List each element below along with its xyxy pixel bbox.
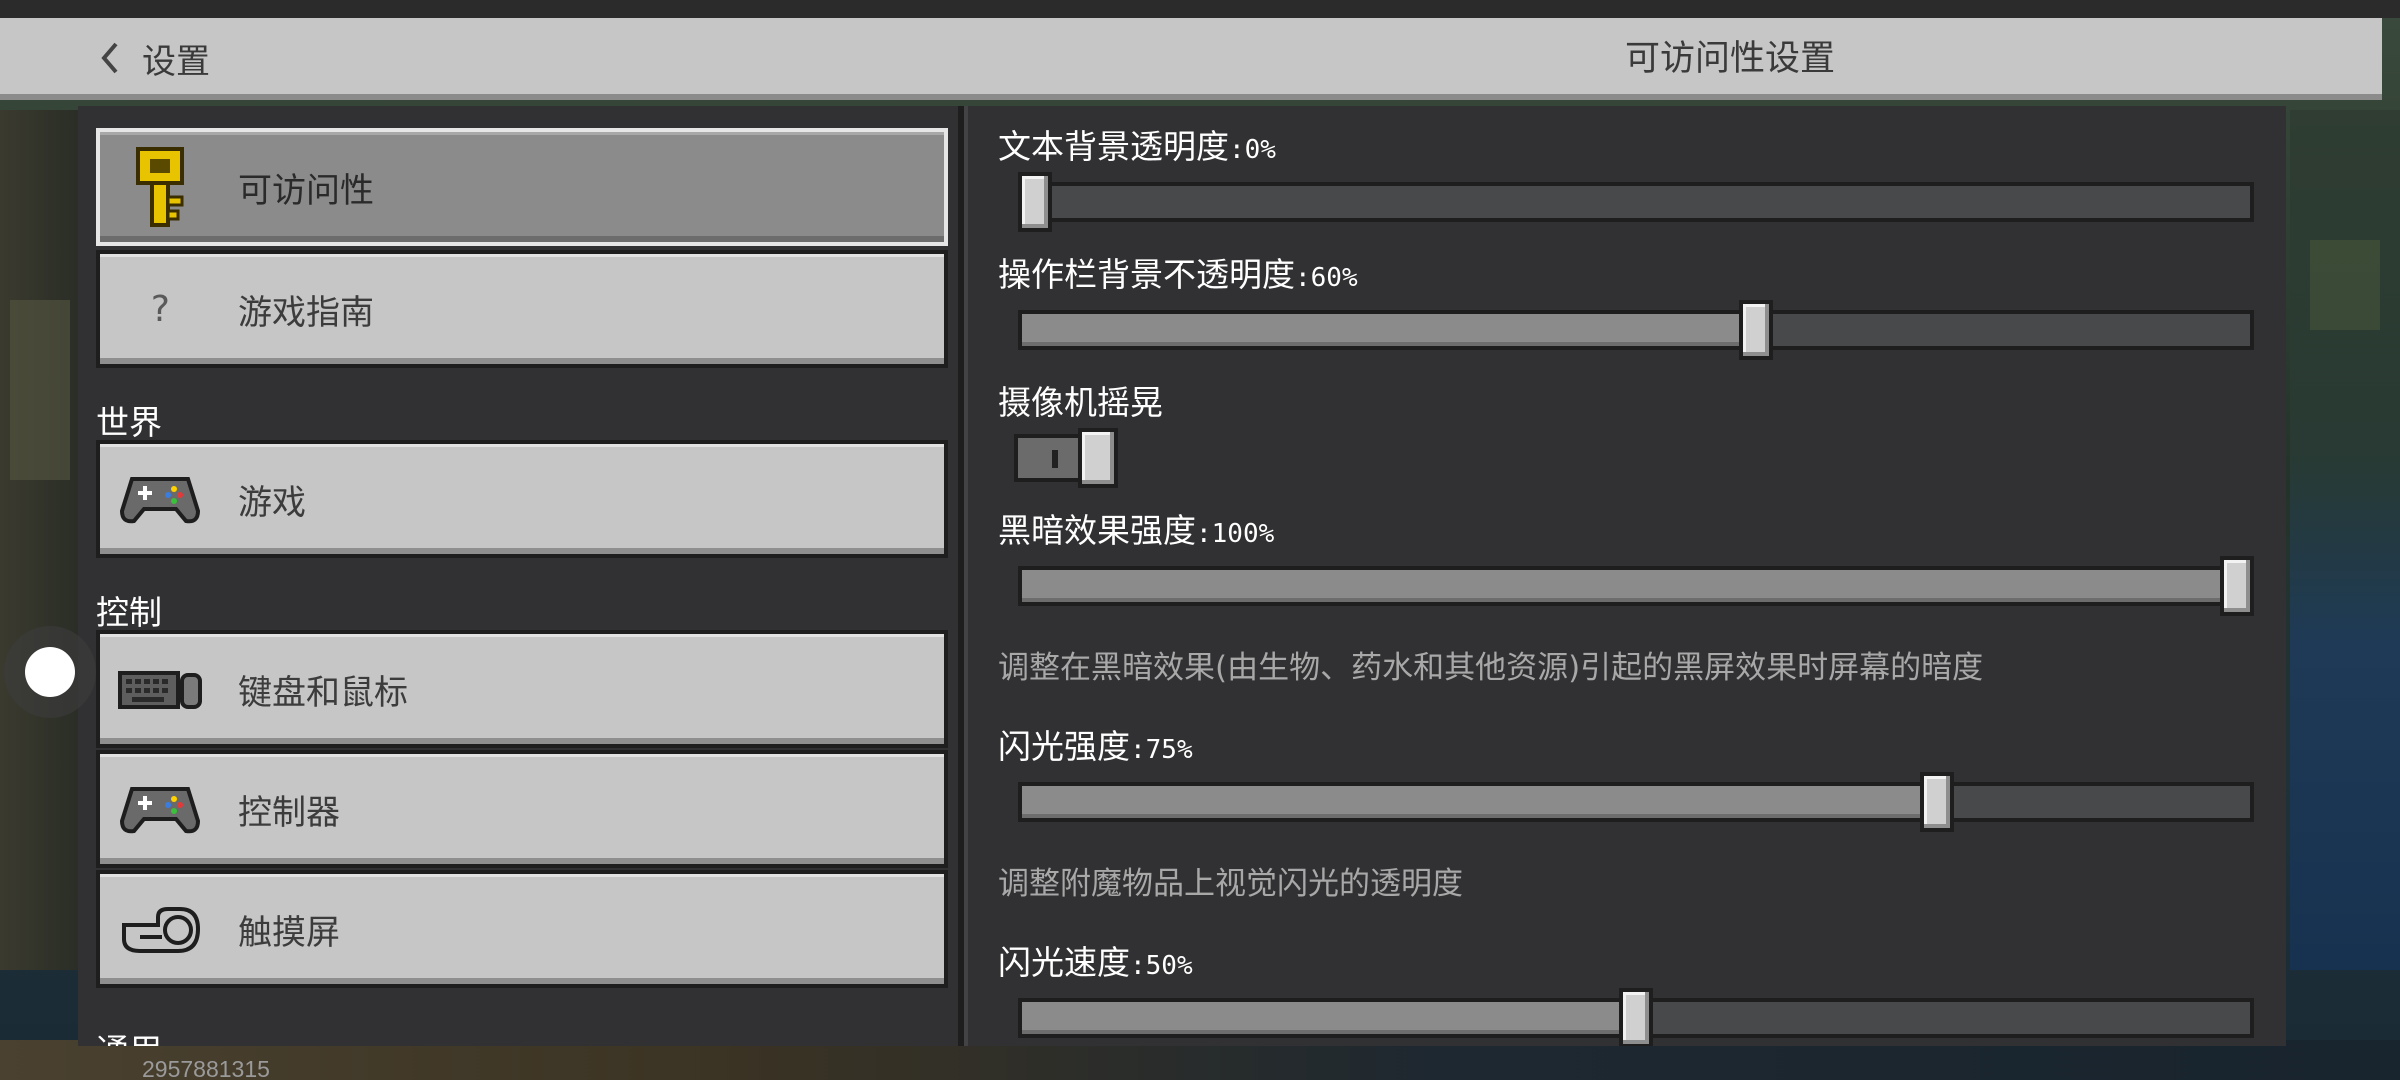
- world-block-left-detail: [10, 300, 70, 480]
- sidebar-item-game[interactable]: 游戏: [96, 440, 948, 558]
- camera-shake-toggle[interactable]: [1014, 428, 1118, 488]
- floating-assistive-button[interactable]: [4, 626, 96, 718]
- status-strip: [0, 0, 2400, 18]
- sidebar-item-label: 键盘和鼠标: [238, 672, 408, 713]
- world-block-left: [0, 110, 78, 970]
- slider-thumb[interactable]: [2220, 556, 2254, 616]
- slider-thumb[interactable]: [1920, 772, 1954, 832]
- slider-fill: [1022, 314, 1743, 346]
- back-button[interactable]: 设置: [96, 32, 210, 84]
- toggle-knob[interactable]: [1078, 428, 1118, 488]
- darkness-strength-slider[interactable]: [1018, 556, 2254, 616]
- section-title-world: 世界: [96, 403, 162, 442]
- gamepad-icon: [100, 444, 220, 554]
- slider-thumb[interactable]: [1018, 172, 1052, 232]
- question-icon: ?: [149, 288, 171, 330]
- sidebar-item-keyboard-mouse[interactable]: 键盘和鼠标: [96, 630, 948, 748]
- text-bg-opacity-slider[interactable]: [1018, 172, 2254, 232]
- keyboard-mouse-icon: [100, 634, 220, 744]
- toggle-on-mark: [1052, 450, 1058, 468]
- section-title-controls: 控制: [96, 593, 162, 632]
- slider-fill: [1022, 1002, 1623, 1034]
- slider-thumb[interactable]: [1739, 300, 1773, 360]
- sidebar-item-accessibility[interactable]: 可访问性: [96, 128, 948, 246]
- actionbar-bg-opacity-slider[interactable]: [1018, 300, 2254, 360]
- actionbar-bg-opacity-label: 操作栏背景不透明度:60%: [998, 255, 1358, 294]
- world-block-right-detail: [2310, 240, 2380, 330]
- player-id-watermark: 2957881315: [142, 1056, 270, 1080]
- text-bg-opacity-label: 文本背景透明度:0%: [998, 127, 1276, 166]
- glint-strength-description: 调整附魔物品上视觉闪光的透明度: [998, 866, 1463, 902]
- camera-shake-label: 摄像机摇晃: [998, 383, 1163, 422]
- sidebar-item-game-guide[interactable]: ? 游戏指南: [96, 250, 948, 368]
- key-icon: [100, 132, 220, 242]
- glint-strength-slider[interactable]: [1018, 772, 2254, 832]
- section-title-general: 通用: [96, 1024, 162, 1046]
- sidebar-item-label: 游戏: [238, 482, 306, 523]
- world-block-right: [2290, 110, 2400, 970]
- glint-strength-label: 闪光强度:75%: [998, 727, 1193, 766]
- sidebar-item-controller[interactable]: 控制器: [96, 750, 948, 868]
- sidebar-item-label: 游戏指南: [238, 292, 374, 333]
- slider-fill: [1022, 570, 2224, 602]
- darkness-strength-label: 黑暗效果强度:100%: [998, 511, 1275, 550]
- back-label: 设置: [142, 41, 210, 82]
- sidebar-item-label: 控制器: [238, 792, 340, 833]
- gamepad-icon: [100, 754, 220, 864]
- sidebar-item-label: 可访问性: [238, 170, 374, 211]
- sidebar-item-label: 触摸屏: [238, 912, 340, 953]
- world-ground: [0, 1040, 2400, 1080]
- accessibility-settings-panel: 文本背景透明度:0% 操作栏背景不透明度:60% 摄像机摇晃 黑暗效果强度:10…: [968, 106, 2286, 1046]
- settings-sidebar: 可访问性 ? 游戏指南 世界 游戏 控制 键盘和鼠标 控制器 触摸屏: [78, 106, 958, 1046]
- floating-button-dot: [25, 647, 75, 697]
- glint-speed-slider[interactable]: [1018, 988, 2254, 1046]
- slider-track: [1018, 182, 2254, 222]
- touch-hand-icon: [100, 874, 220, 984]
- chevron-left-icon: [101, 42, 118, 74]
- darkness-strength-description: 调整在黑暗效果(由生物、药水和其他资源)引起的黑屏效果时屏幕的暗度: [998, 650, 1984, 686]
- slider-fill: [1022, 786, 1924, 818]
- header-bar: 设置 可访问性设置: [0, 18, 2382, 100]
- page-title: 可访问性设置: [1624, 39, 1835, 79]
- glint-speed-label: 闪光速度:50%: [998, 943, 1193, 982]
- slider-thumb[interactable]: [1619, 988, 1653, 1046]
- sidebar-item-touchscreen[interactable]: 触摸屏: [96, 870, 948, 988]
